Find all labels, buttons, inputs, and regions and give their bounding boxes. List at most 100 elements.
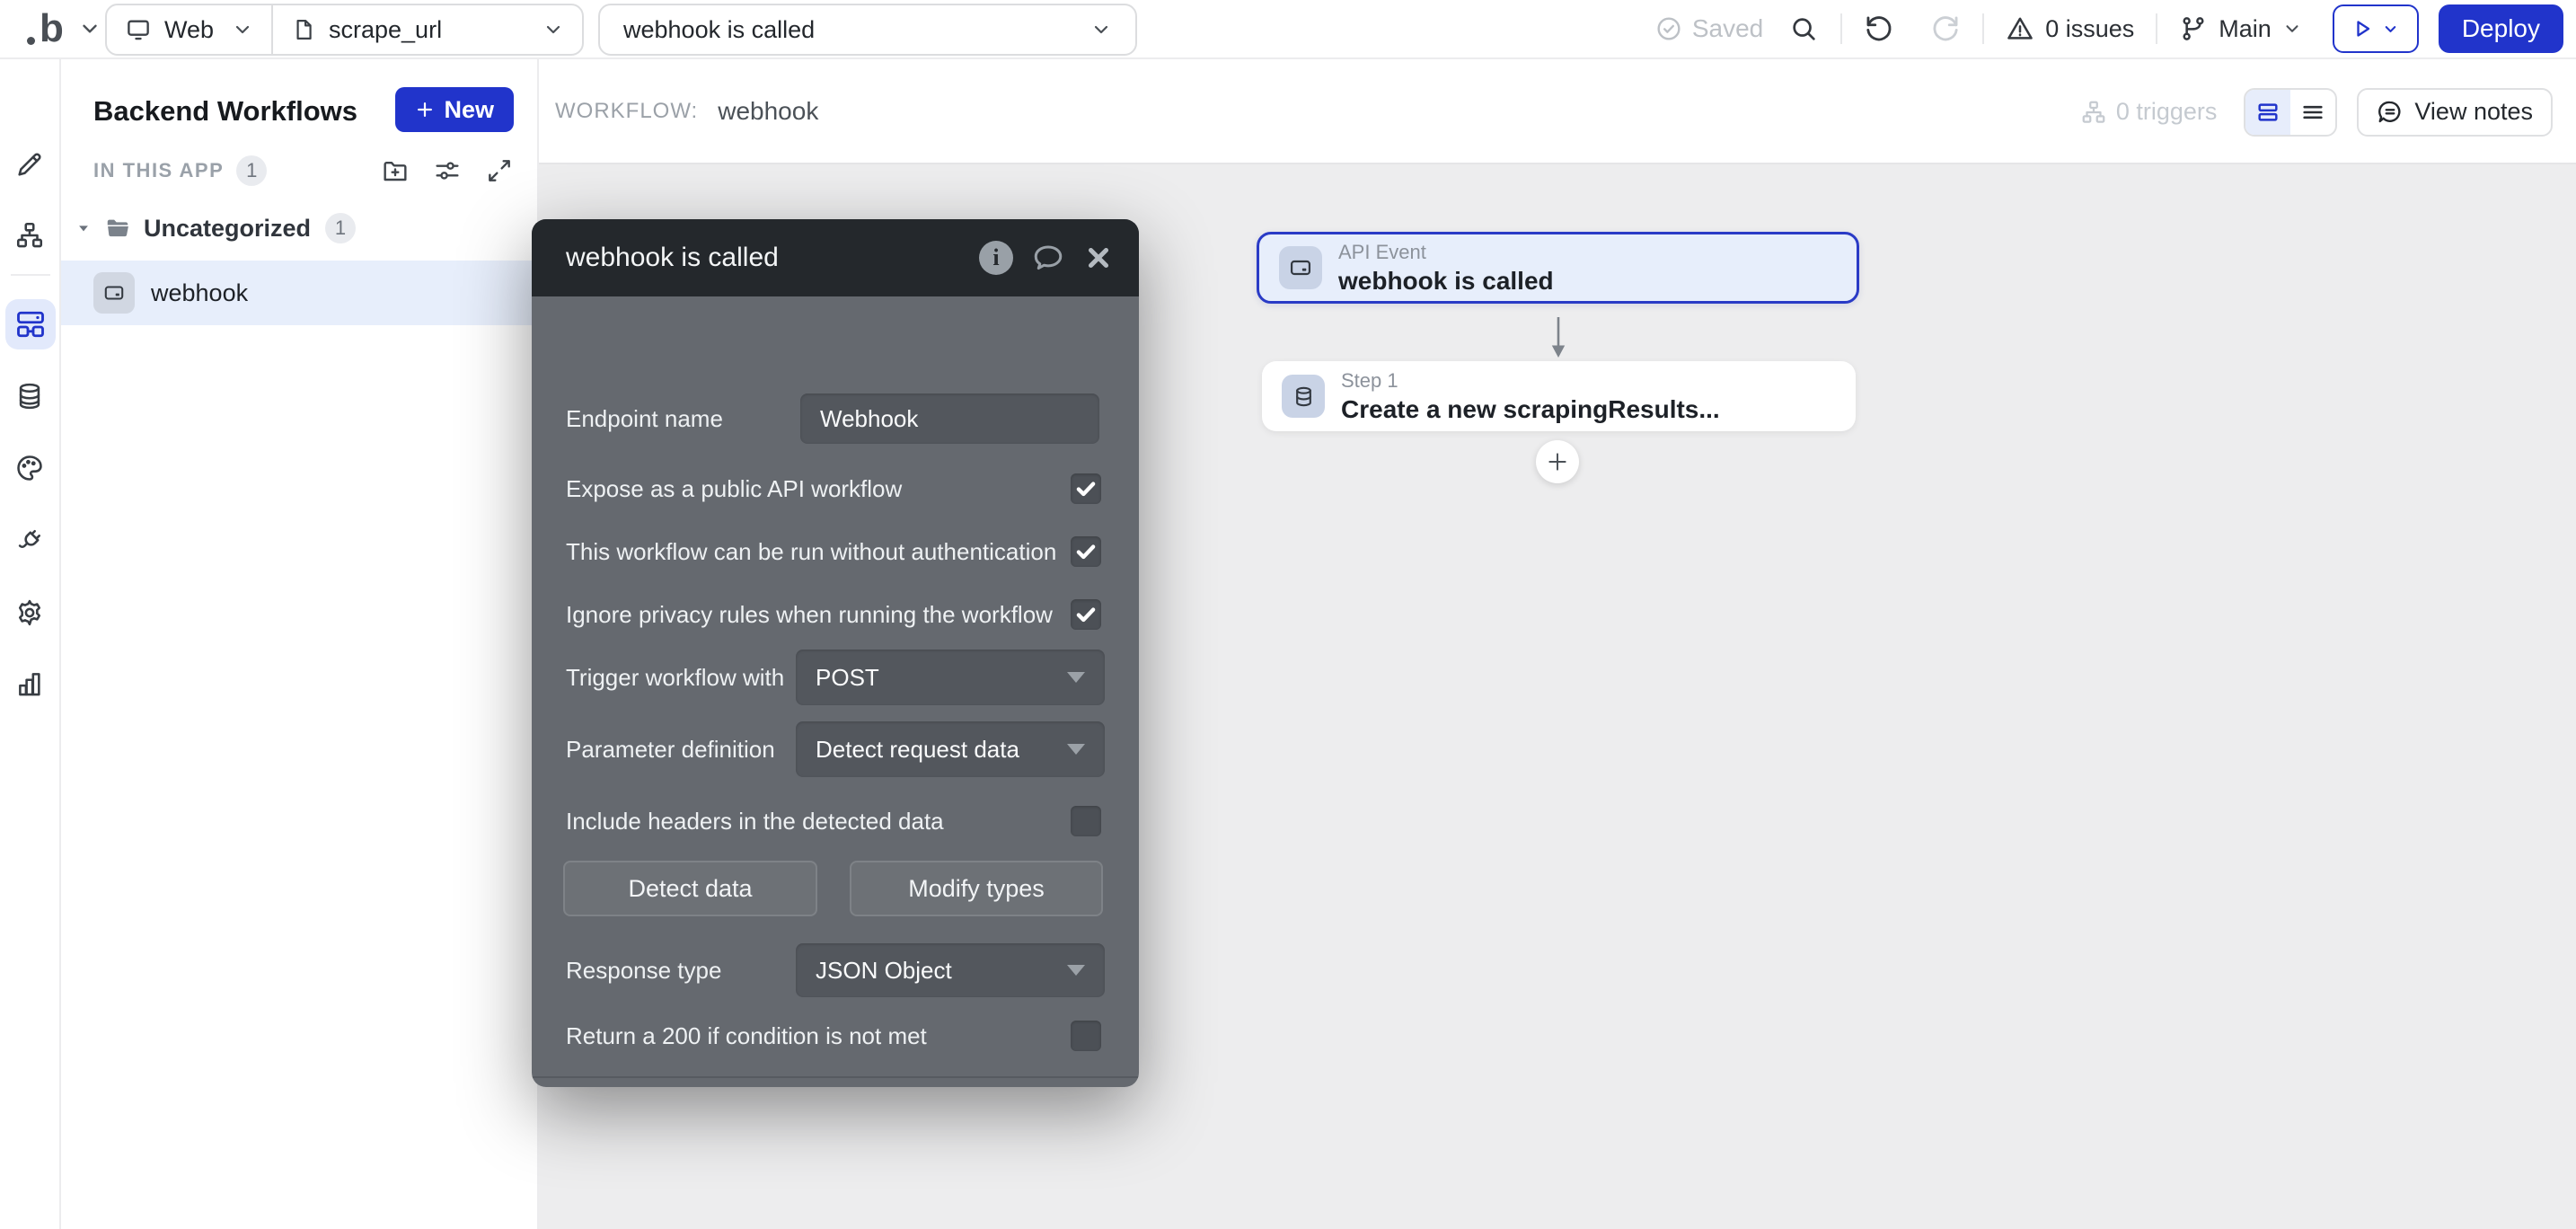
undo-icon[interactable] (1864, 13, 1894, 44)
palette-icon[interactable] (14, 453, 45, 483)
divider (2156, 13, 2157, 44)
run-button[interactable] (2333, 4, 2419, 53)
workflow-selector-dropdown[interactable]: webhook is called (598, 4, 1137, 56)
chevron-down-icon (543, 19, 564, 40)
checkmark-icon (1074, 540, 1098, 563)
sitemap-icon[interactable] (14, 220, 45, 251)
workflow-label: WORKFLOW: (555, 99, 698, 124)
canvas-header: WORKFLOW: webhook 0 triggers (539, 59, 2576, 164)
gear-icon[interactable] (14, 597, 45, 628)
chevron-down-icon (232, 19, 253, 40)
step-1-node[interactable]: Step 1 Create a new scrapingResults... (1262, 361, 1856, 431)
close-icon[interactable] (1083, 243, 1114, 273)
scope-count-badge: 1 (236, 155, 267, 186)
workflow-icon[interactable] (5, 299, 56, 349)
chevron-down-icon[interactable] (78, 17, 101, 40)
branch-menu[interactable]: Main (2179, 14, 2302, 43)
no-auth-label: This workflow can be run without authent… (566, 538, 1056, 566)
view-notes-button[interactable]: View notes (2357, 88, 2553, 137)
plus-icon (415, 100, 435, 119)
return-200-label: Return a 200 if condition is not met (566, 1022, 927, 1050)
trigger-method-select[interactable]: POST (796, 650, 1105, 705)
top-bar: b Web scrape_url (0, 0, 2576, 59)
chevron-down-icon (2282, 19, 2302, 39)
folder-icon (104, 215, 131, 242)
event-properties-dialog: webhook is called i Endpoint name Expose… (532, 219, 1139, 1087)
no-auth-checkbox[interactable] (1071, 536, 1101, 567)
folder-label: Uncategorized (144, 215, 311, 243)
git-branch-icon (2179, 14, 2208, 43)
plug-icon[interactable] (14, 526, 45, 556)
database-icon (1282, 375, 1325, 418)
file-icon (291, 17, 316, 42)
pencil-icon[interactable] (14, 149, 45, 180)
ignore-privacy-label: Ignore privacy rules when running the wo… (566, 601, 1053, 629)
backend-workflows-panel: Backend Workflows New IN THIS APP 1 (61, 59, 539, 1229)
add-step-button[interactable] (1536, 440, 1579, 483)
view-mode-toggle (2244, 88, 2337, 137)
response-type-value: JSON Object (816, 957, 952, 985)
return-200-checkbox[interactable] (1071, 1021, 1101, 1051)
modify-types-button[interactable]: Modify types (850, 861, 1103, 916)
workflow-selector-label: webhook is called (623, 16, 815, 44)
node-kind-label: API Event (1338, 241, 1554, 264)
parameter-definition-select[interactable]: Detect request data (796, 721, 1105, 777)
folder-count-badge: 1 (325, 213, 356, 243)
sidebar-item-webhook[interactable]: webhook (61, 261, 537, 325)
dialog-body: Endpoint name Expose as a public API wor… (532, 296, 1139, 1087)
bubble-logo[interactable]: b (27, 9, 64, 49)
database-icon[interactable] (14, 381, 45, 411)
folder-plus-icon[interactable] (381, 156, 410, 185)
endpoint-name-label: Endpoint name (566, 405, 723, 433)
ignore-privacy-checkbox[interactable] (1071, 599, 1101, 630)
sliders-icon[interactable] (433, 156, 462, 185)
redo-icon[interactable] (1930, 13, 1961, 44)
info-icon[interactable]: i (979, 241, 1013, 275)
include-headers-label: Include headers in the detected data (566, 808, 944, 836)
logo-dot-icon (27, 37, 35, 45)
branch-label: Main (2219, 15, 2272, 43)
triggers-label: 0 triggers (2116, 98, 2218, 126)
triangle-down-icon (1067, 672, 1085, 683)
divider (532, 1076, 1139, 1078)
detect-data-button[interactable]: Detect data (563, 861, 817, 916)
parameter-definition-value: Detect request data (816, 736, 1019, 764)
dialog-header[interactable]: webhook is called i (532, 219, 1139, 296)
bar-chart-icon[interactable] (14, 668, 45, 699)
play-icon (2351, 18, 2373, 40)
new-workflow-button[interactable]: New (395, 87, 514, 132)
triangle-down-icon (1067, 744, 1085, 755)
divider (11, 274, 50, 276)
search-icon[interactable] (1788, 13, 1819, 44)
triggers-indicator: 0 triggers (2080, 98, 2218, 126)
checkmark-icon (1074, 477, 1098, 500)
expose-api-checkbox[interactable] (1071, 473, 1101, 504)
expose-api-label: Expose as a public API workflow (566, 475, 902, 503)
expand-icon[interactable] (485, 156, 514, 185)
parameter-definition-label: Parameter definition (566, 736, 775, 764)
deploy-button[interactable]: Deploy (2439, 4, 2563, 53)
save-status-label: Saved (1692, 14, 1763, 43)
bubble-editor: b Web scrape_url (0, 0, 2576, 1229)
monitor-icon (125, 16, 152, 43)
node-title: webhook is called (1338, 267, 1554, 296)
panel-title: Backend Workflows (93, 95, 357, 128)
endpoint-name-input[interactable] (800, 393, 1099, 444)
warning-triangle-icon (2006, 14, 2034, 43)
caret-down-icon[interactable] (75, 220, 92, 236)
folder-row-uncategorized[interactable]: Uncategorized 1 (61, 208, 537, 249)
response-type-label: Response type (566, 957, 721, 985)
speech-bubble-icon (2377, 99, 2404, 126)
issues-label: 0 issues (2045, 15, 2134, 43)
include-headers-checkbox[interactable] (1071, 806, 1101, 836)
platform-dropdown[interactable]: Web (107, 5, 271, 54)
api-event-node[interactable]: API Event webhook is called (1257, 232, 1859, 304)
response-type-select[interactable]: JSON Object (796, 943, 1105, 997)
issues-indicator[interactable]: 0 issues (2006, 14, 2134, 43)
page-label: scrape_url (329, 16, 442, 44)
view-mode-list[interactable] (2290, 90, 2335, 135)
workflow-name[interactable]: webhook (718, 97, 818, 126)
page-dropdown[interactable]: scrape_url (273, 5, 582, 54)
view-mode-cards[interactable] (2245, 90, 2290, 135)
comment-icon[interactable] (1031, 241, 1065, 275)
